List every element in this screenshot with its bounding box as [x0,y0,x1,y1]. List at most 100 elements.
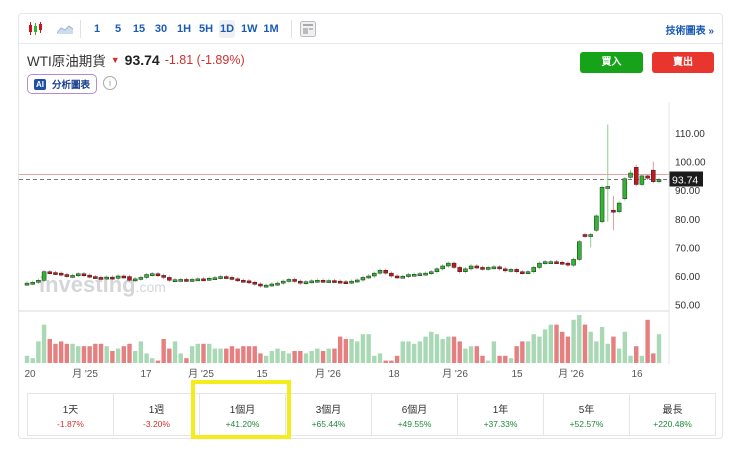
volume-bar [565,336,571,363]
candle-body [229,277,235,280]
candle-body [167,277,172,281]
candle [337,279,343,284]
volume-bar [446,336,451,363]
candle-body [343,281,349,284]
volume-bar [201,343,206,363]
candle [349,279,354,285]
volume-bar [651,353,656,363]
y-tick-label: 70.00 [675,243,700,254]
candle [332,278,337,283]
y-tick-label: 100.00 [675,158,706,169]
candle [559,260,565,265]
candle-body [104,276,109,280]
period-3[interactable]: 3個月 +65.44% [286,394,372,435]
volume-bar [47,339,52,363]
volume-bar [514,346,519,363]
candle-body [189,279,195,282]
price-chart[interactable]: investing.com 110.00100.0090.0080.0070.0… [19,14,724,384]
candle [326,278,332,283]
candle [178,277,183,282]
candle [565,261,571,267]
candle [463,267,468,274]
candle [224,274,229,280]
x-tick-label: 18 [388,369,400,380]
candle [651,161,656,184]
volume-bar [406,341,411,363]
period-1[interactable]: 1週 -3.20% [114,394,200,435]
candle [531,265,536,274]
period-change: +52.57% [569,419,604,429]
candle [286,277,292,283]
candle [577,239,582,262]
candle [537,261,542,270]
volume-bar [520,341,525,363]
candle [520,269,525,275]
x-tick-label: 17 [140,369,152,380]
candle [206,276,212,281]
volume-bar [480,355,485,363]
candle-body [263,284,269,288]
volume-bar [497,355,502,363]
candle [616,201,622,214]
volume-bar [30,358,35,363]
candle [195,277,201,282]
volume-bar [360,334,366,363]
candle-body [110,276,115,280]
candle-body [30,282,35,285]
candle [622,177,628,201]
candle-body [457,267,462,272]
volume-bar [429,331,434,363]
candle [434,267,440,274]
candle-body [446,262,451,267]
candle-body [354,279,360,283]
candle-body [303,281,309,284]
candle-body [280,280,286,284]
volume-bar [178,353,183,363]
period-6[interactable]: 5年 +52.57% [544,394,630,435]
candle [235,277,240,283]
candle-body [451,262,457,268]
volume-bar [98,343,104,363]
candle-body [474,265,480,269]
volume-bar [616,348,622,363]
volume-bar [70,343,75,363]
candle [167,275,172,283]
candle-body [115,275,121,279]
period-7[interactable]: 最長 +220.48% [630,394,715,435]
volume-bar [224,348,229,363]
candle-body [400,276,406,279]
candle-body [440,265,445,270]
volume-bar [315,348,320,363]
candle [275,281,280,286]
candle [377,268,383,275]
candle-body [53,272,58,275]
period-4[interactable]: 6個月 +49.55% [372,394,458,435]
period-change: -3.20% [143,419,170,429]
volume-bar [377,353,383,363]
candle-body [548,261,554,264]
candle-body [24,282,30,286]
volume-bar [491,341,497,363]
x-tick-label: 15 [511,369,523,380]
period-0[interactable]: 1天 -1.87% [28,394,114,435]
volume-bar [474,346,480,363]
volume-bar [485,360,491,363]
y-tick-label: 110.00 [675,129,705,140]
volume-bar [246,346,252,363]
volume-bar [554,324,559,363]
volume-bar [144,353,149,363]
volume-bar [332,348,337,363]
candle [633,164,639,187]
candle [429,269,434,275]
candle-body [406,274,411,277]
candle-body [480,267,485,270]
candle-body [542,261,548,264]
candle-body [150,273,155,276]
candle [548,259,554,264]
candle [497,265,502,271]
period-5[interactable]: 1年 +37.33% [458,394,544,435]
period-label: 1週 [148,405,165,416]
volume-bar [76,346,81,363]
candle-body [520,271,525,274]
candle-body [565,262,571,266]
